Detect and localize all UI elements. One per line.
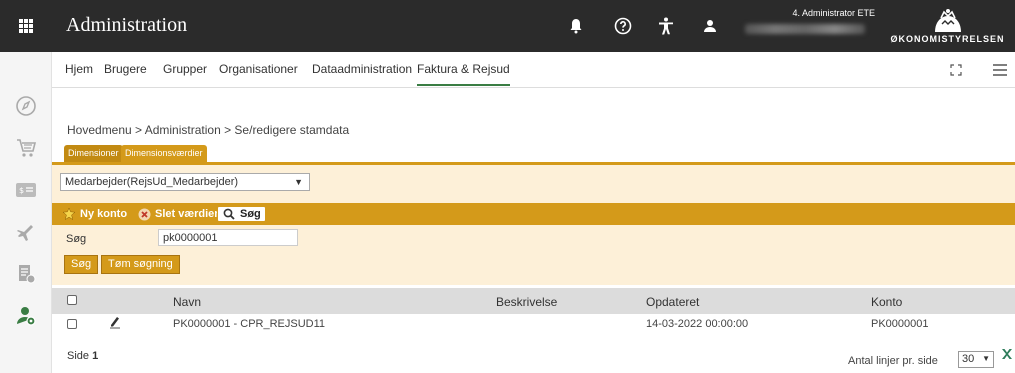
app-grid-icon[interactable] (0, 0, 52, 52)
table-row: PK0000001 - CPR_REJSUD11 14-03-2022 00:0… (52, 314, 1015, 334)
invoice-icon[interactable]: $ (14, 178, 38, 202)
user-info[interactable]: 4. Administrator ETE (735, 8, 875, 34)
oekonomistyrelsen-logo: ØKONOMISTYRELSEN (880, 4, 1015, 48)
logo-text: ØKONOMISTYRELSEN (890, 34, 1005, 44)
dimension-select-value: Medarbejder(RejsUd_Medarbejder) (65, 176, 239, 188)
left-sidebar: $ (0, 52, 52, 373)
delete-values-button[interactable]: Slet værdier (137, 206, 219, 222)
action-toolbar: Ny konto Slet værdier Søg (52, 203, 1015, 225)
bell-icon[interactable] (566, 16, 586, 36)
row-checkbox[interactable] (67, 319, 77, 329)
edit-pencil-icon[interactable] (109, 315, 121, 332)
tab-hjem[interactable]: Hjem (65, 62, 93, 76)
page-indicator: Side 1 (67, 350, 98, 362)
fullscreen-icon[interactable] (948, 62, 964, 78)
chevron-down-icon: ▼ (294, 177, 303, 187)
column-header-konto[interactable]: Konto (871, 295, 902, 309)
tab-faktura-rejsud[interactable]: Faktura & Rejsud (417, 62, 510, 86)
star-icon (62, 207, 76, 221)
tab-dataadministration[interactable]: Dataadministration (312, 62, 412, 76)
search-button[interactable]: Søg (64, 255, 99, 274)
search-field-label: Søg (66, 233, 87, 245)
cell-konto: PK0000001 (871, 318, 929, 330)
svg-text:$: $ (19, 186, 24, 195)
tab-dimensioner[interactable]: Dimensioner (64, 145, 123, 162)
per-page-label: Antal linjer pr. side (848, 355, 938, 367)
per-page-value: 30 (962, 353, 975, 365)
column-header-navn[interactable]: Navn (173, 295, 201, 309)
select-all-checkbox[interactable] (67, 295, 77, 305)
page-label: Side (67, 350, 90, 362)
toolbar-search-label: Søg (240, 208, 261, 220)
cell-navn: PK0000001 - CPR_REJSUD11 (173, 318, 326, 330)
cart-icon[interactable] (14, 136, 38, 160)
user-icon[interactable] (700, 16, 720, 36)
clear-search-button[interactable]: Tøm søgning (101, 255, 180, 274)
breadcrumb: Hovedmenu > Administration > Se/redigere… (67, 123, 350, 137)
app-title: Administration (66, 14, 188, 36)
delete-values-label: Slet værdier (155, 208, 219, 220)
user-admin-icon[interactable] (14, 304, 38, 328)
chevron-down-icon: ▼ (982, 354, 990, 363)
accessibility-icon[interactable] (656, 16, 676, 36)
dimension-select[interactable]: Medarbejder(RejsUd_Medarbejder) ▼ (60, 173, 310, 191)
excel-export-icon[interactable] (1000, 346, 1015, 362)
document-settings-icon[interactable] (14, 262, 38, 286)
travel-icon[interactable] (14, 220, 38, 244)
new-account-button[interactable]: Ny konto (62, 206, 127, 222)
cell-opdateret: 14-03-2022 00:00:00 (646, 318, 749, 330)
new-account-label: Ny konto (80, 208, 128, 220)
column-header-beskrivelse[interactable]: Beskrivelse (496, 295, 557, 309)
menu-icon[interactable] (992, 62, 1008, 78)
column-header-opdateret[interactable]: Opdateret (646, 295, 699, 309)
search-input[interactable]: pk0000001 (158, 229, 298, 246)
delete-icon (137, 207, 151, 221)
top-bar: Administration 4. Administrator ETE ØKON… (0, 0, 1015, 52)
user-id-redacted (745, 24, 865, 34)
dashboard-icon[interactable] (14, 94, 38, 118)
tab-grupper[interactable]: Grupper (163, 62, 207, 76)
search-icon (222, 207, 236, 221)
tab-brugere[interactable]: Brugere (104, 62, 147, 76)
page-number: 1 (92, 350, 99, 362)
user-role: 4. Administrator ETE (792, 8, 875, 18)
table-header: Navn Beskrivelse Opdateret Konto (52, 288, 1015, 314)
help-icon[interactable] (613, 16, 633, 36)
toolbar-search-button[interactable]: Søg (217, 206, 266, 222)
tab-organisationer[interactable]: Organisationer (219, 62, 298, 76)
main-nav: Hjem Brugere Grupper Organisationer Data… (52, 52, 1015, 88)
per-page-select[interactable]: 30 ▼ (958, 351, 994, 368)
tab-dimensionsvaerdier[interactable]: Dimensionsværdier (121, 145, 207, 162)
